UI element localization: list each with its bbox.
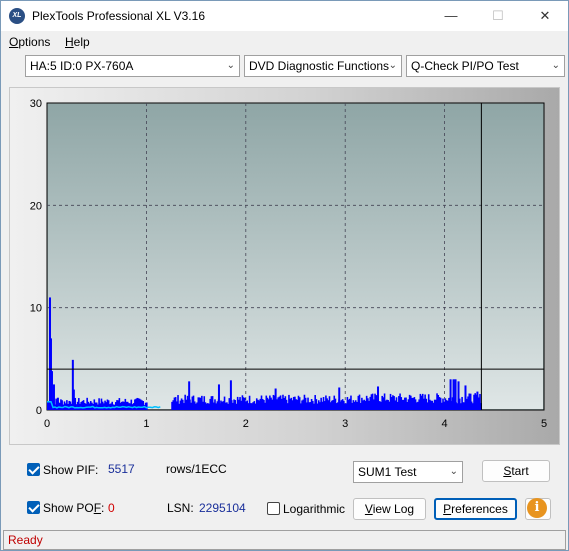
chevron-down-icon: ⌄ [551,60,560,71]
menu-help[interactable]: Help [65,35,90,49]
preferences-accel: P [443,502,452,516]
logarithmic-checkbox[interactable] [267,502,280,515]
bar-spike [457,381,460,410]
y-tick-label: 20 [30,200,42,212]
test-select-value: Q-Check PI/PO Test [411,59,519,73]
function-select[interactable]: DVD Diagnostic Functions ⌄ [244,55,402,77]
x-tick-label: 5 [541,418,547,430]
menu-bar: Options Help [1,32,568,52]
chevron-down-icon: ⌄ [226,60,235,71]
app-window: XL PlexTools Professional XL V3.16 — ☐ ✕… [0,0,569,551]
y-tick-label: 30 [30,98,42,110]
status-text: Ready [8,533,43,547]
chevron-down-icon: ⌄ [449,466,458,477]
y-tick-label: 0 [36,405,42,417]
view-log-label: iew Log [372,502,415,516]
x-tick-label: 2 [243,418,249,430]
info-icon: i [527,498,547,518]
x-tick-label: 4 [442,418,448,430]
show-pof-checkbox[interactable] [27,501,40,514]
close-button[interactable]: ✕ [522,1,568,31]
show-pof-label-accel: F [93,501,102,515]
menu-help-accel: H [65,35,74,49]
bar-spike [274,388,277,410]
sum-test-select-value: SUM1 Test [358,465,417,479]
function-select-value: DVD Diagnostic Functions [249,59,390,73]
pif-value: 5517 [108,462,135,476]
pif-unit: rows/1ECC [166,462,227,476]
bar-mark [146,402,148,410]
bar-spike [469,393,472,410]
test-select[interactable]: Q-Check PI/PO Test ⌄ [406,55,565,77]
show-pif-checkbox[interactable] [27,463,40,476]
y-tick-label: 10 [30,303,42,315]
controls-panel: Show PIF: 5517 rows/1ECC SUM1 Test ⌄ Sta… [9,453,560,523]
drive-select-value: HA:5 ID:0 PX-760A [30,59,134,73]
menu-options[interactable]: Options [9,35,50,49]
window-title: PlexTools Professional XL V3.16 [32,9,205,23]
lsn-label: LSN: [167,501,194,515]
bar-spike [454,379,457,410]
view-log-accel: V [364,502,373,516]
start-button-label: tart [511,464,529,478]
bar-spike [188,381,191,410]
bar-spike [476,391,479,410]
sum-test-select[interactable]: SUM1 Test ⌄ [353,461,463,483]
chevron-down-icon: ⌄ [388,60,397,71]
maximize-button[interactable]: ☐ [475,1,521,31]
preferences-label: references [451,502,508,516]
title-bar: XL PlexTools Professional XL V3.16 — ☐ ✕ [1,1,568,31]
show-pof-label: Show POF: [43,501,104,515]
show-pif-label: Show PIF: [43,463,99,477]
menu-help-label: elp [73,35,90,49]
bar-spike [338,387,341,410]
start-button[interactable]: Start [482,460,550,482]
drive-select[interactable]: HA:5 ID:0 PX-760A ⌄ [25,55,240,77]
status-bar: Ready [3,530,566,550]
view-log-button[interactable]: View Log [353,498,426,520]
bar-spike [229,380,232,410]
bar-spike [452,379,455,410]
bar-spike [217,384,220,410]
preferences-button[interactable]: Preferences [434,498,517,520]
chart-panel: 0 10 20 30 0 1 2 3 4 5 [9,87,560,445]
pi-po-chart: 0 10 20 30 0 1 2 3 4 5 [30,98,547,430]
x-tick-label: 3 [342,418,348,430]
show-pof-label-pre: Show PO [43,501,94,515]
logarithmic-label: Logarithmic [283,502,346,516]
lsn-value: 2295104 [199,501,246,515]
plot-gradient [48,104,543,409]
x-tick-label: 0 [44,418,50,430]
bar-spike [449,379,452,410]
app-logo-icon: XL [9,8,25,24]
info-button-frame[interactable]: i [525,498,551,520]
minimize-button[interactable]: — [428,1,474,31]
show-pof-label-post: : [101,501,105,515]
bar-spike [377,386,380,410]
x-tick-label: 1 [143,418,149,430]
pof-value: 0 [108,501,115,515]
menu-options-label: ptions [18,35,51,49]
bar-spike [464,385,467,410]
menu-options-accel: O [9,35,19,49]
